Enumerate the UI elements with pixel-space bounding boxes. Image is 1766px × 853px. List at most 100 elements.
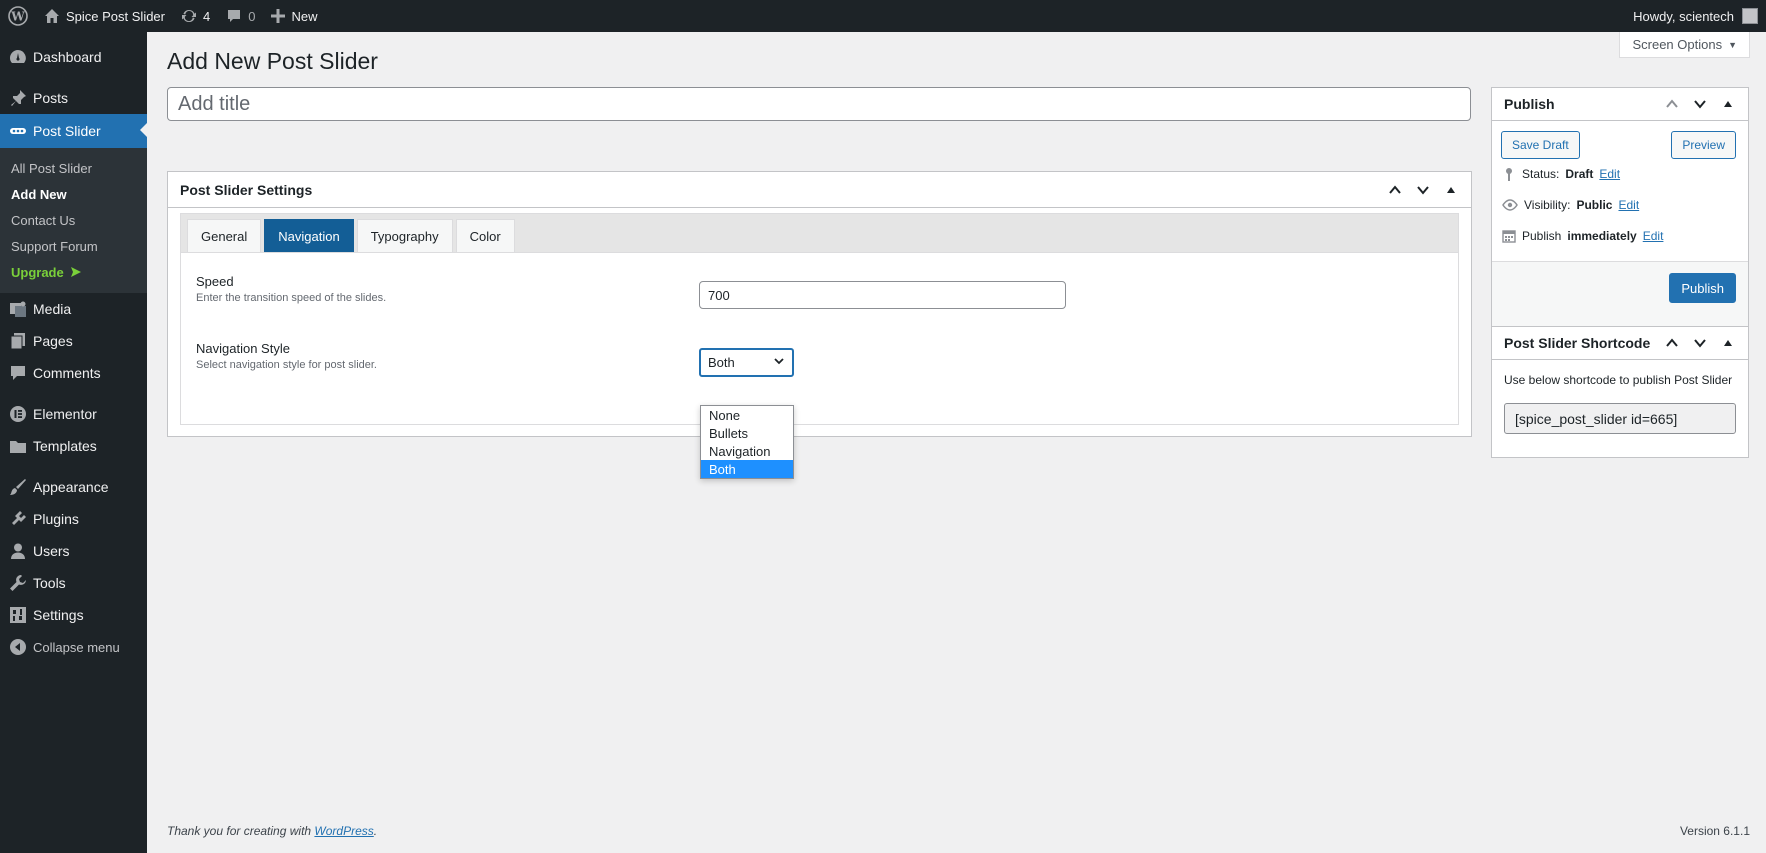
speed-value: 700 bbox=[708, 287, 730, 303]
shortcode-box-title: Post Slider Shortcode bbox=[1504, 335, 1651, 351]
sidebar-item-appearance[interactable]: Appearance bbox=[0, 471, 147, 503]
edit-status-link[interactable]: Edit bbox=[1599, 167, 1620, 181]
option-bullets[interactable]: Bullets bbox=[701, 424, 793, 442]
sidebar-item-tools[interactable]: Tools bbox=[0, 567, 147, 599]
wordpress-logo-icon[interactable]: W bbox=[0, 0, 36, 32]
caret-down-icon: ▼ bbox=[1728, 39, 1737, 50]
publish-time-row: Publish immediately Edit bbox=[1502, 229, 1663, 243]
site-name-link[interactable]: Spice Post Slider bbox=[36, 0, 173, 32]
sidebar-item-elementor[interactable]: Elementor bbox=[0, 398, 147, 430]
user-icon bbox=[8, 541, 28, 561]
footer-version: Version 6.1.1 bbox=[1679, 824, 1750, 838]
plugin-icon bbox=[8, 509, 28, 529]
move-up-icon[interactable] bbox=[1660, 92, 1684, 116]
navigation-style-value: Both bbox=[708, 355, 735, 370]
move-up-icon[interactable] bbox=[1383, 178, 1407, 202]
post-slider-settings-box: Post Slider Settings General Navigation … bbox=[167, 171, 1472, 437]
shortcode-value: [spice_post_slider id=665] bbox=[1515, 410, 1678, 427]
sidebar-item-label: Dashboard bbox=[33, 48, 102, 65]
option-navigation[interactable]: Navigation bbox=[701, 442, 793, 460]
pin-icon bbox=[8, 88, 28, 108]
pin-status-icon bbox=[1502, 167, 1516, 181]
settings-box-title: Post Slider Settings bbox=[180, 181, 313, 198]
footer-thanks-suffix: . bbox=[373, 824, 378, 838]
option-none[interactable]: None bbox=[701, 406, 793, 424]
status-value: Draft bbox=[1565, 167, 1594, 181]
folder-icon bbox=[8, 436, 28, 456]
settings-tabs: General Navigation Typography Color bbox=[181, 214, 1458, 253]
move-down-icon[interactable] bbox=[1688, 331, 1712, 355]
visibility-label: Visibility: bbox=[1524, 198, 1571, 212]
sidebar-item-label: Appearance bbox=[33, 479, 109, 495]
arrow-right-icon bbox=[70, 266, 82, 278]
updates-count: 4 bbox=[203, 8, 211, 24]
move-down-icon[interactable] bbox=[1688, 92, 1712, 116]
publish-button[interactable]: Publish bbox=[1669, 273, 1736, 303]
speed-input[interactable]: 700 bbox=[699, 281, 1066, 309]
dashboard-icon bbox=[8, 47, 28, 67]
sidebar-item-post-slider[interactable]: Post Slider bbox=[0, 114, 147, 148]
upgrade-label: Upgrade bbox=[11, 264, 64, 280]
visibility-row: Visibility: Public Edit bbox=[1502, 198, 1639, 212]
sidebar-item-label: Elementor bbox=[33, 406, 97, 422]
publish-time-value: immediately bbox=[1567, 229, 1637, 243]
new-content-link[interactable]: New bbox=[263, 0, 325, 32]
submenu-all-post-slider[interactable]: All Post Slider bbox=[0, 155, 147, 181]
sidebar-item-comments[interactable]: Comments bbox=[0, 357, 147, 389]
tab-navigation[interactable]: Navigation bbox=[264, 219, 354, 252]
comments-icon bbox=[8, 363, 28, 383]
sidebar-item-posts[interactable]: Posts bbox=[0, 82, 147, 114]
sidebar-item-users[interactable]: Users bbox=[0, 535, 147, 567]
wordpress-link[interactable]: WordPress bbox=[314, 824, 373, 838]
speed-description: Enter the transition speed of the slides… bbox=[196, 292, 387, 304]
avatar bbox=[1742, 8, 1758, 24]
submenu-add-new[interactable]: Add New bbox=[0, 181, 147, 207]
slider-icon bbox=[8, 121, 28, 141]
sidebar-item-label: Comments bbox=[33, 365, 101, 381]
comments-count: 0 bbox=[248, 8, 256, 24]
preview-button[interactable]: Preview bbox=[1671, 131, 1736, 159]
post-title-input[interactable] bbox=[167, 87, 1471, 121]
new-label: New bbox=[291, 8, 318, 24]
screen-options-button[interactable]: Screen Options ▼ bbox=[1619, 32, 1750, 58]
edit-visibility-link[interactable]: Edit bbox=[1618, 198, 1639, 212]
sidebar-item-collapse[interactable]: Collapse menu bbox=[0, 631, 147, 663]
save-draft-button[interactable]: Save Draft bbox=[1501, 131, 1580, 159]
shortcode-box-header: Post Slider Shortcode bbox=[1492, 327, 1748, 360]
status-row: Status: Draft Edit bbox=[1502, 167, 1620, 181]
toggle-panel-icon[interactable] bbox=[1716, 331, 1740, 355]
move-up-icon[interactable] bbox=[1660, 331, 1684, 355]
home-icon bbox=[44, 8, 60, 24]
eye-icon bbox=[1502, 199, 1518, 211]
settings-icon bbox=[8, 605, 28, 625]
navigation-style-dropdown: None Bullets Navigation Both bbox=[700, 405, 794, 479]
option-both[interactable]: Both bbox=[701, 460, 793, 478]
sidebar-item-plugins[interactable]: Plugins bbox=[0, 503, 147, 535]
tab-general[interactable]: General bbox=[187, 219, 262, 252]
sidebar-item-dashboard[interactable]: Dashboard bbox=[0, 40, 147, 73]
submenu-upgrade[interactable]: Upgrade bbox=[0, 259, 147, 285]
submenu-contact-us[interactable]: Contact Us bbox=[0, 207, 147, 233]
howdy-text: Howdy, scientech bbox=[1633, 8, 1734, 24]
move-down-icon[interactable] bbox=[1411, 178, 1435, 202]
toggle-panel-icon[interactable] bbox=[1439, 178, 1463, 202]
tab-color[interactable]: Color bbox=[455, 219, 515, 252]
toggle-panel-icon[interactable] bbox=[1716, 92, 1740, 116]
sidebar-item-pages[interactable]: Pages bbox=[0, 325, 147, 357]
sidebar-item-settings[interactable]: Settings bbox=[0, 599, 147, 631]
navigation-style-select[interactable]: Both bbox=[699, 348, 794, 377]
tab-typography[interactable]: Typography bbox=[356, 219, 453, 252]
sidebar-item-label: Plugins bbox=[33, 511, 79, 527]
footer-thanks: Thank you for creating with WordPress. bbox=[167, 824, 377, 838]
comments-link[interactable]: 0 bbox=[218, 0, 263, 32]
my-account-link[interactable]: Howdy, scientech bbox=[1625, 0, 1766, 32]
edit-publish-time-link[interactable]: Edit bbox=[1643, 229, 1664, 243]
sidebar-item-media[interactable]: Media bbox=[0, 293, 147, 325]
sidebar-item-templates[interactable]: Templates bbox=[0, 430, 147, 462]
shortcode-field[interactable]: [spice_post_slider id=665] bbox=[1504, 403, 1736, 434]
submenu-support-forum[interactable]: Support Forum bbox=[0, 233, 147, 259]
media-icon bbox=[8, 299, 28, 319]
footer-thanks-text: Thank you for creating with bbox=[167, 824, 312, 838]
updates-link[interactable]: 4 bbox=[173, 0, 218, 32]
publish-box-header: Publish bbox=[1492, 88, 1748, 121]
